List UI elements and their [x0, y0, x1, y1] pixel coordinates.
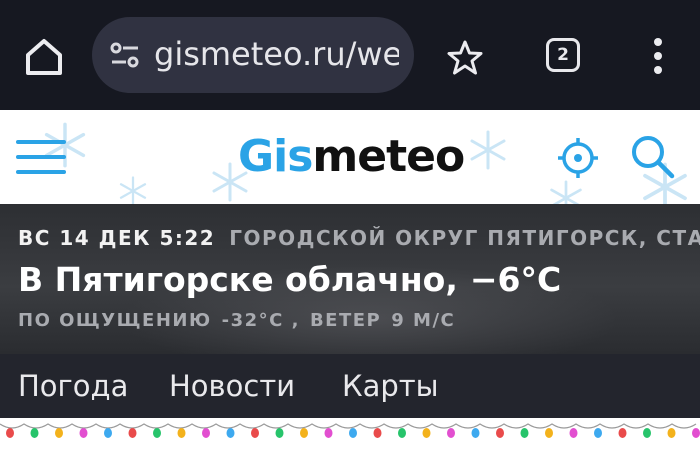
nav-maps[interactable]: Карты — [342, 368, 439, 404]
weather-details: ПО ОЩУЩЕНИЮ -32°C , ВЕТЕР 9 М/С — [18, 310, 465, 331]
garland-bulb — [275, 428, 284, 438]
garland-bulb — [496, 428, 504, 438]
garland-bulb — [251, 428, 259, 438]
site-nav: Погода Новости Карты — [0, 354, 700, 418]
nav-news[interactable]: Новости — [169, 368, 295, 404]
current-weather-banner[interactable]: ВС 14 ДЕК 5:22 ГОРОДСКОЙ ОКРУГ ПЯТИГОРСК,… — [0, 204, 700, 354]
wind-value: 9 М/С — [391, 310, 456, 331]
site-settings-icon[interactable] — [110, 42, 140, 68]
garland-bulb — [373, 428, 382, 438]
weather-temperature: −6°C — [469, 260, 562, 299]
garland-bulb — [128, 428, 137, 438]
snowflake-icon — [470, 130, 506, 170]
garland-bulb — [153, 428, 161, 438]
garland-bulb — [30, 428, 39, 438]
snowflake-icon — [550, 180, 582, 204]
logo-meteo: meteo — [312, 131, 465, 182]
garland-bulb — [324, 428, 333, 438]
garland-bulb — [6, 428, 14, 438]
garland-bulb — [594, 428, 602, 438]
search-icon[interactable] — [630, 134, 676, 180]
garland-bulb — [55, 428, 63, 438]
garland-bulb — [667, 428, 676, 438]
logo-gis: Gis — [238, 131, 313, 182]
garland-bulb — [349, 428, 357, 438]
wind-label: ВЕТЕР — [309, 310, 382, 331]
browser-toolbar: gismeteo.ru/weat 2 — [0, 0, 700, 110]
url-text[interactable]: gismeteo.ru/weat — [154, 34, 399, 74]
garland-bulb — [226, 428, 235, 438]
garland-bulb — [520, 428, 529, 438]
nav-weather[interactable]: Погода — [18, 368, 128, 404]
garland-bulb — [692, 428, 700, 438]
weather-condition: В Пятигорске облачно, — [18, 260, 458, 299]
weather-location: ГОРОДСКОЙ ОКРУГ ПЯТИГОРСК, СТАВРОПО — [229, 226, 700, 250]
garland-bulb — [398, 428, 406, 438]
feels-like-value: -32°C , — [221, 310, 300, 331]
feels-like-label: ПО ОЩУЩЕНИЮ — [18, 310, 212, 331]
garland-bulb — [422, 428, 431, 438]
garland-bulb — [643, 428, 651, 438]
garland-bulb — [447, 428, 455, 438]
star-icon[interactable] — [445, 38, 485, 78]
garland-bulb — [202, 428, 210, 438]
garland-bulb — [545, 428, 553, 438]
address-bar[interactable]: gismeteo.ru/weat — [92, 17, 414, 93]
garland-bulb — [569, 428, 578, 438]
weather-headline: В Пятигорске облачно, −6°C — [18, 258, 561, 302]
site-logo[interactable]: Gismeteo — [238, 131, 465, 182]
garland-lights — [0, 418, 700, 455]
weather-meta: ВС 14 ДЕК 5:22 ГОРОДСКОЙ ОКРУГ ПЯТИГОРСК,… — [18, 226, 700, 250]
garland-bulb — [177, 428, 186, 438]
garland-bulb — [618, 428, 627, 438]
garland-bulb — [300, 428, 308, 438]
weather-date: ВС 14 ДЕК 5:22 — [18, 226, 216, 250]
locate-icon[interactable] — [556, 136, 600, 180]
garland-bulb — [79, 428, 88, 438]
tabs-icon[interactable]: 2 — [546, 38, 580, 72]
home-icon[interactable] — [20, 33, 68, 81]
garland-bulb — [104, 428, 112, 438]
more-icon[interactable] — [646, 36, 670, 80]
hamburger-icon[interactable] — [16, 140, 66, 176]
garland-bulb — [471, 428, 480, 438]
snowflake-icon — [119, 176, 147, 204]
site-header: Gismeteo — [0, 110, 700, 204]
